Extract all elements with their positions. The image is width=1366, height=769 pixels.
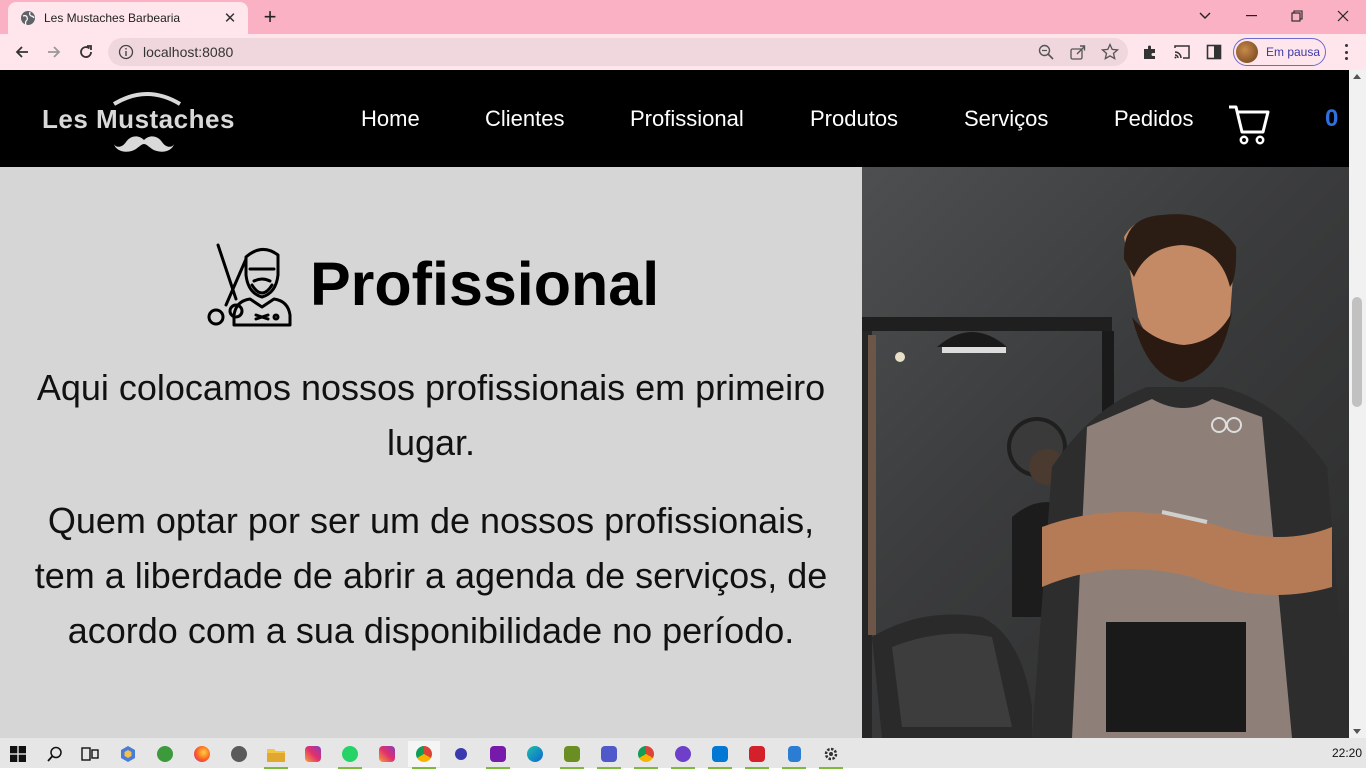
site-logo[interactable]: Les Mustaches [42, 90, 254, 156]
page-title: Profissional [310, 250, 660, 318]
tab-close-icon[interactable]: ✕ [222, 10, 238, 27]
chrome-2-icon[interactable] [630, 741, 662, 769]
mustache-icon [114, 136, 174, 152]
browser-tab[interactable]: Les Mustaches Barbearia ✕ [8, 2, 248, 34]
scroll-up-icon[interactable] [1353, 74, 1361, 79]
window-minimize-button[interactable] [1228, 0, 1274, 32]
cast-icon[interactable] [1169, 39, 1195, 65]
back-arrow-icon[interactable] [9, 39, 35, 65]
github-icon[interactable] [667, 741, 699, 769]
scroll-down-icon[interactable] [1353, 729, 1361, 734]
site-info-icon[interactable] [118, 44, 134, 60]
barber-photo [862, 167, 1349, 738]
browser-toolbar: localhost:8080 Em pausa [0, 34, 1366, 70]
teams-icon[interactable] [593, 741, 625, 769]
nav-link-servicos[interactable]: Serviços [964, 106, 1048, 132]
reload-icon[interactable] [73, 39, 99, 65]
scrollbar-thumb[interactable] [1352, 297, 1362, 407]
address-bar[interactable]: localhost:8080 [108, 38, 1128, 66]
window-close-button[interactable] [1320, 0, 1366, 32]
url-text[interactable]: localhost:8080 [143, 44, 233, 60]
browser-tab-strip: Les Mustaches Barbearia ✕ + [0, 0, 1366, 34]
page-heading: Profissional [206, 241, 659, 327]
site-navbar: Les Mustaches Home Clientes Profissional… [0, 70, 1349, 167]
share-icon[interactable] [1069, 43, 1087, 61]
globe-icon [21, 11, 35, 26]
file-explorer-icon[interactable] [260, 741, 292, 769]
windows-taskbar: 22:20 [0, 738, 1366, 769]
app-lambda-icon[interactable] [556, 741, 588, 769]
app-hexagon-icon[interactable] [112, 741, 144, 767]
nav-link-home[interactable]: Home [361, 106, 420, 132]
nav-link-clientes[interactable]: Clientes [485, 106, 564, 132]
firefox-icon[interactable] [186, 741, 218, 767]
zoom-icon[interactable] [1037, 43, 1055, 61]
profile-button[interactable]: Em pausa [1233, 38, 1326, 66]
onenote-icon[interactable] [482, 741, 514, 769]
shopping-cart-icon[interactable] [1228, 104, 1270, 146]
window-restore-button[interactable] [1274, 0, 1320, 32]
instagram-2-icon[interactable] [371, 741, 403, 767]
description-paragraph: Quem optar por ser um de nossos profissi… [34, 500, 828, 651]
vscode-icon[interactable] [704, 741, 736, 769]
chrome-icon[interactable] [408, 741, 440, 769]
edge-icon[interactable] [519, 741, 551, 767]
web-page: Les Mustaches Home Clientes Profissional… [0, 70, 1349, 738]
app-file-icon[interactable] [778, 741, 810, 769]
new-tab-button[interactable]: + [258, 6, 282, 28]
whatsapp-web-icon[interactable] [223, 741, 255, 767]
side-panel-icon[interactable] [1201, 39, 1227, 65]
nav-link-pedidos[interactable]: Pedidos [1114, 106, 1194, 132]
tab-search-icon[interactable] [1182, 0, 1228, 32]
page-scrollbar[interactable] [1349, 70, 1366, 738]
bookmark-star-icon[interactable] [1101, 43, 1119, 61]
instagram-icon[interactable] [297, 741, 329, 767]
main-content: Profissional Aqui colocamos nossos profi… [0, 167, 862, 738]
nav-link-profissional[interactable]: Profissional [630, 106, 744, 132]
more-menu-icon[interactable] [1336, 42, 1356, 62]
extensions-icon[interactable] [1137, 39, 1163, 65]
barber-photo-illustration [862, 214, 1349, 738]
app-moon-icon[interactable] [445, 741, 477, 767]
avatar [1236, 41, 1258, 63]
acrobat-icon[interactable] [741, 741, 773, 769]
barber-icon [207, 243, 292, 327]
cart-count[interactable]: 0 [1325, 105, 1338, 133]
profile-status-label: Em pausa [1266, 45, 1321, 59]
windows-start-icon[interactable] [2, 741, 34, 767]
forward-arrow-icon[interactable] [41, 39, 67, 65]
search-icon[interactable] [39, 741, 71, 767]
whatsapp-icon[interactable] [334, 741, 366, 769]
app-green-icon[interactable] [149, 741, 181, 767]
settings-icon[interactable] [815, 741, 847, 769]
taskbar-clock[interactable]: 22:20 [1332, 746, 1362, 760]
task-view-icon[interactable] [74, 741, 106, 767]
logo-text: Les Mustaches [42, 104, 235, 134]
intro-paragraph: Aqui colocamos nossos profissionais em p… [36, 367, 826, 463]
nav-link-produtos[interactable]: Produtos [810, 106, 898, 132]
tab-title: Les Mustaches Barbearia [44, 11, 181, 25]
